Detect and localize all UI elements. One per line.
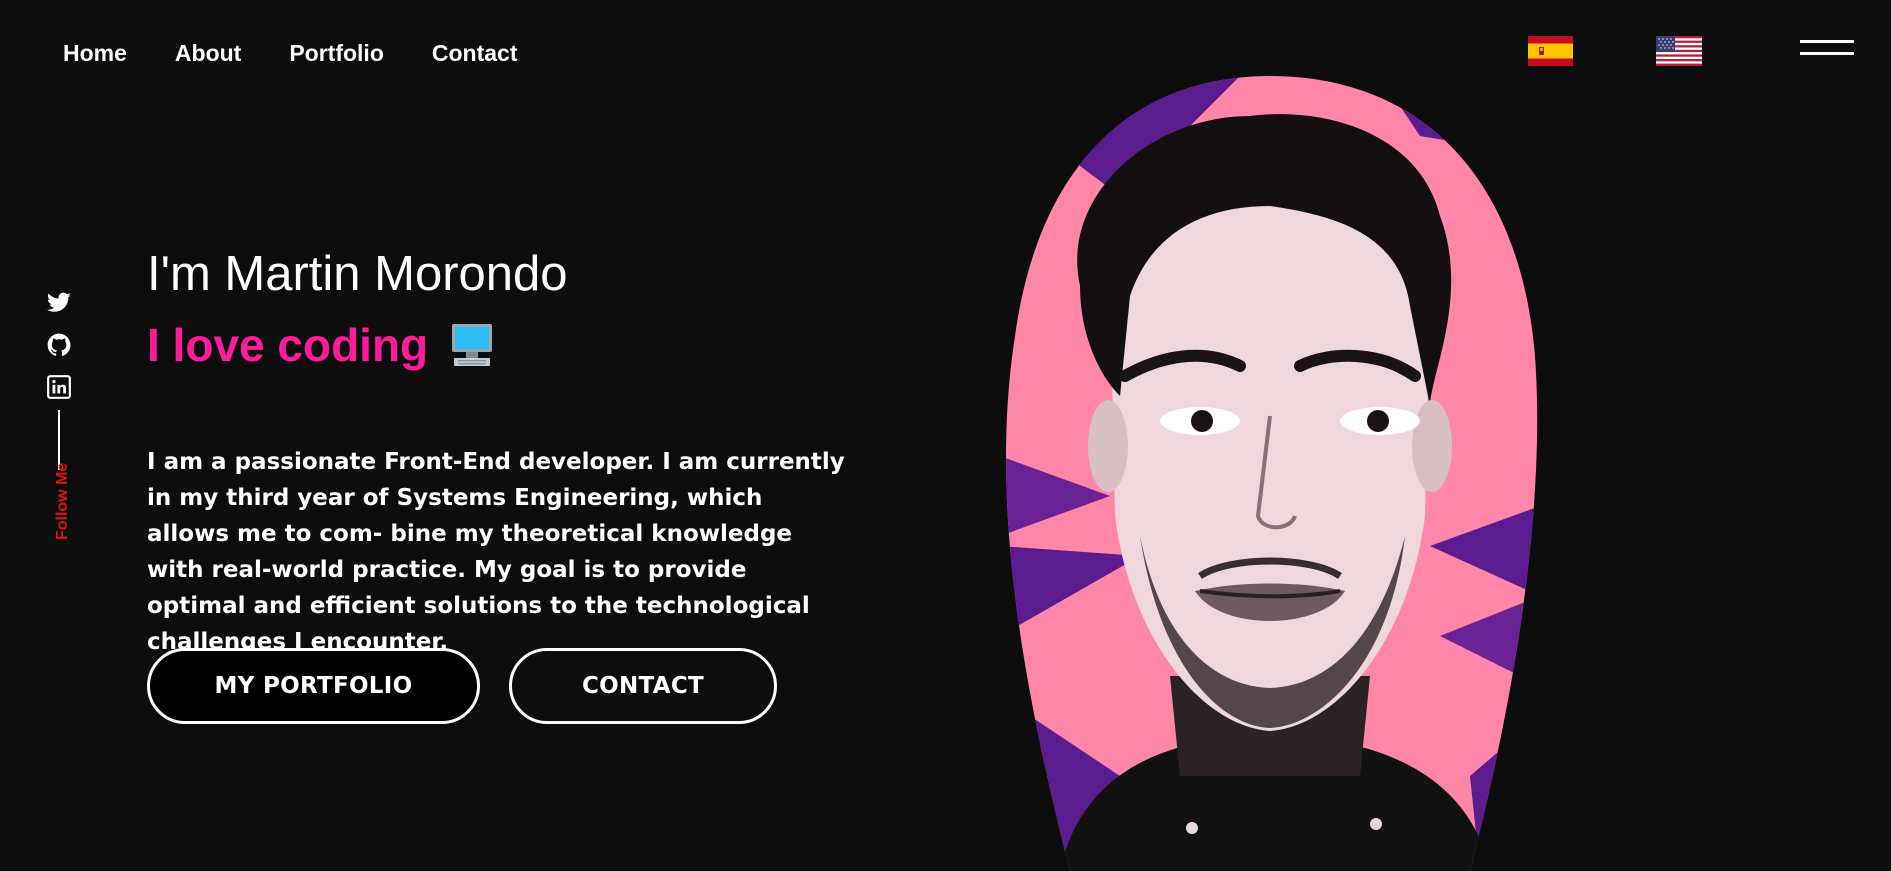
nav-about-link[interactable]: About [175, 40, 241, 67]
usa-flag-icon[interactable] [1656, 36, 1702, 66]
contact-button[interactable]: CONTACT [509, 648, 777, 724]
hamburger-line [1800, 40, 1854, 43]
hero-tagline: I love coding [147, 318, 494, 372]
my-portfolio-button[interactable]: MY PORTFOLIO [147, 648, 480, 724]
github-icon[interactable] [46, 332, 72, 358]
social-sidebar [46, 290, 74, 470]
profile-portrait-illustration [1006, 76, 1538, 871]
hamburger-line [1800, 52, 1854, 55]
hero-name-heading: I'm Martin Morondo [147, 247, 568, 301]
follow-me-label: Follow Me [54, 462, 71, 540]
nav-contact-link[interactable]: Contact [432, 40, 518, 67]
nav-portfolio-link[interactable]: Portfolio [289, 40, 384, 67]
spain-flag-icon[interactable] [1528, 36, 1573, 66]
hamburger-menu-icon[interactable] [1800, 40, 1854, 60]
hero-tagline-text: I love coding [147, 319, 429, 371]
desktop-computer-icon [452, 324, 493, 366]
main-nav: Home About Portfolio Contact [63, 40, 518, 67]
twitter-icon[interactable] [46, 290, 72, 316]
nav-home-link[interactable]: Home [63, 40, 127, 67]
page: Home About Portfolio Contact Follow Me I… [0, 0, 1891, 871]
hero-description: I am a passionate Front-End developer. I… [147, 449, 845, 655]
linkedin-icon[interactable] [46, 374, 72, 400]
social-divider-line [58, 410, 60, 470]
